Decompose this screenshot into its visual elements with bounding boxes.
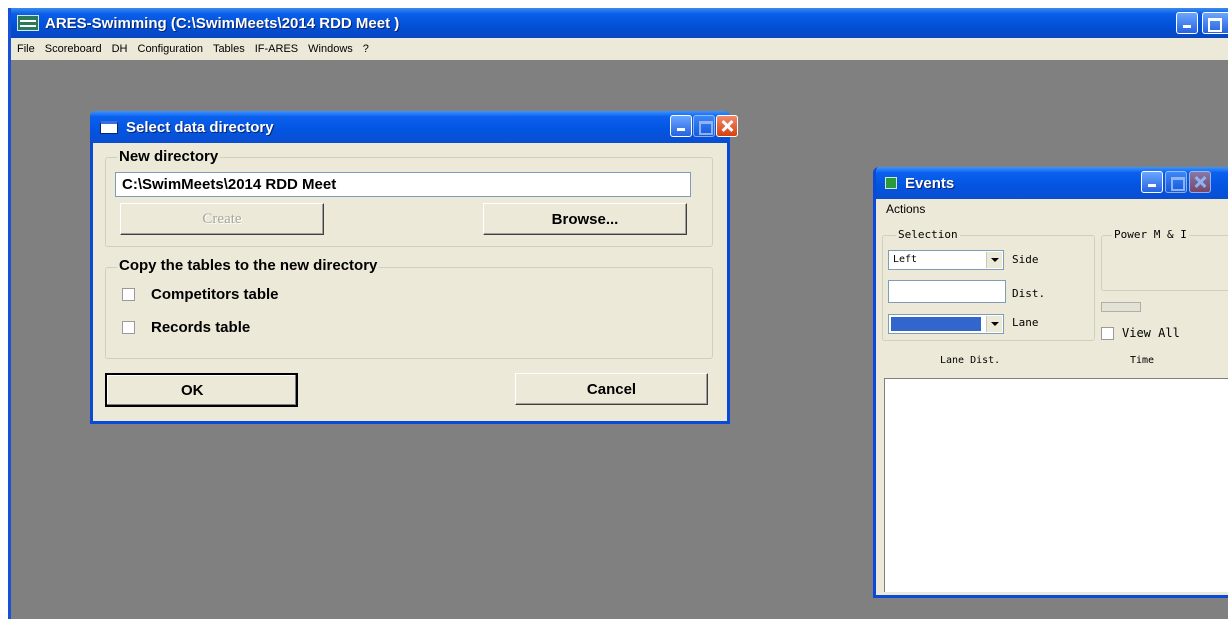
lane-dropdown-icon[interactable] xyxy=(986,316,1002,332)
competitors-checkbox[interactable] xyxy=(122,288,135,301)
events-list[interactable] xyxy=(884,378,1228,592)
column-lane-dist[interactable]: Lane Dist. xyxy=(940,355,1000,366)
power-label: Power M & I xyxy=(1112,228,1189,241)
progress-bar xyxy=(1101,302,1141,312)
events-minimize-button[interactable] xyxy=(1141,171,1163,193)
competitors-checkbox-row[interactable]: Competitors table xyxy=(122,286,279,303)
ok-button[interactable]: OK xyxy=(105,373,298,407)
side-value: Left xyxy=(893,254,918,265)
records-label: Records table xyxy=(151,319,251,336)
menu-dh[interactable]: DH xyxy=(112,43,128,55)
events-maximize-button xyxy=(1165,171,1187,193)
dialog-minimize-button[interactable] xyxy=(670,115,692,137)
dialog-title: Select data directory xyxy=(126,118,274,136)
lane-label: Lane xyxy=(1012,316,1039,329)
menu-scoreboard[interactable]: Scoreboard xyxy=(45,43,102,55)
menu-if-ares[interactable]: IF-ARES xyxy=(255,43,298,55)
selection-label: Selection xyxy=(896,228,960,241)
events-menu-actions[interactable]: Actions xyxy=(886,202,925,216)
column-time[interactable]: Time xyxy=(1130,355,1154,366)
side-dropdown-icon[interactable] xyxy=(986,252,1002,268)
copy-tables-label: Copy the tables to the new directory xyxy=(117,257,380,274)
competitors-label: Competitors table xyxy=(151,286,279,303)
side-select[interactable]: Left xyxy=(888,250,1004,270)
browse-button[interactable]: Browse... xyxy=(483,203,687,235)
app-icon xyxy=(17,15,39,31)
dialog-titlebar[interactable]: Select data directory xyxy=(90,111,738,143)
app-title: ARES-Swimming (C:\SwimMeets\2014 RDD Mee… xyxy=(45,14,400,32)
directory-input[interactable]: C:\SwimMeets\2014 RDD Meet xyxy=(115,172,691,197)
dist-label: Dist. xyxy=(1012,287,1046,300)
events-title: Events xyxy=(905,174,955,192)
view-all-checkbox[interactable] xyxy=(1101,326,1114,340)
select-data-directory-dialog: Select data directory New directory C:\S… xyxy=(90,111,738,424)
events-close-button xyxy=(1189,171,1211,193)
dialog-window-icon xyxy=(100,120,118,134)
dialog-close-button[interactable] xyxy=(716,115,738,137)
menu-help[interactable]: ? xyxy=(363,43,369,55)
menu-tables[interactable]: Tables xyxy=(213,43,245,55)
records-checkbox-row[interactable]: Records table xyxy=(122,319,250,336)
events-window: Events Actions Selection Power M & I Lef… xyxy=(873,167,1228,598)
power-group xyxy=(1101,235,1228,291)
events-titlebar[interactable]: Events xyxy=(876,167,1228,199)
view-all-checkbox-row[interactable]: View All xyxy=(1101,326,1180,340)
cancel-button[interactable]: Cancel xyxy=(515,373,708,405)
view-all-label: View All xyxy=(1122,326,1180,340)
app-titlebar[interactable]: ARES-Swimming (C:\SwimMeets\2014 RDD Mee… xyxy=(11,8,1228,38)
menu-configuration[interactable]: Configuration xyxy=(138,43,203,55)
app-menubar: File Scoreboard DH Configuration Tables … xyxy=(11,38,1228,60)
lane-select[interactable] xyxy=(888,314,1004,334)
menu-windows[interactable]: Windows xyxy=(308,43,353,55)
menu-file[interactable]: File xyxy=(17,43,35,55)
dist-input[interactable] xyxy=(888,280,1006,303)
records-checkbox[interactable] xyxy=(122,321,135,334)
copy-tables-group xyxy=(105,267,713,359)
app-minimize-button[interactable] xyxy=(1176,12,1198,34)
create-button: Create xyxy=(120,203,324,235)
new-directory-label: New directory xyxy=(117,148,221,165)
dialog-maximize-button xyxy=(693,115,715,137)
app-maximize-button[interactable] xyxy=(1202,12,1228,34)
events-window-icon xyxy=(885,177,897,189)
lane-color-swatch xyxy=(891,317,981,331)
side-label: Side xyxy=(1012,253,1039,266)
